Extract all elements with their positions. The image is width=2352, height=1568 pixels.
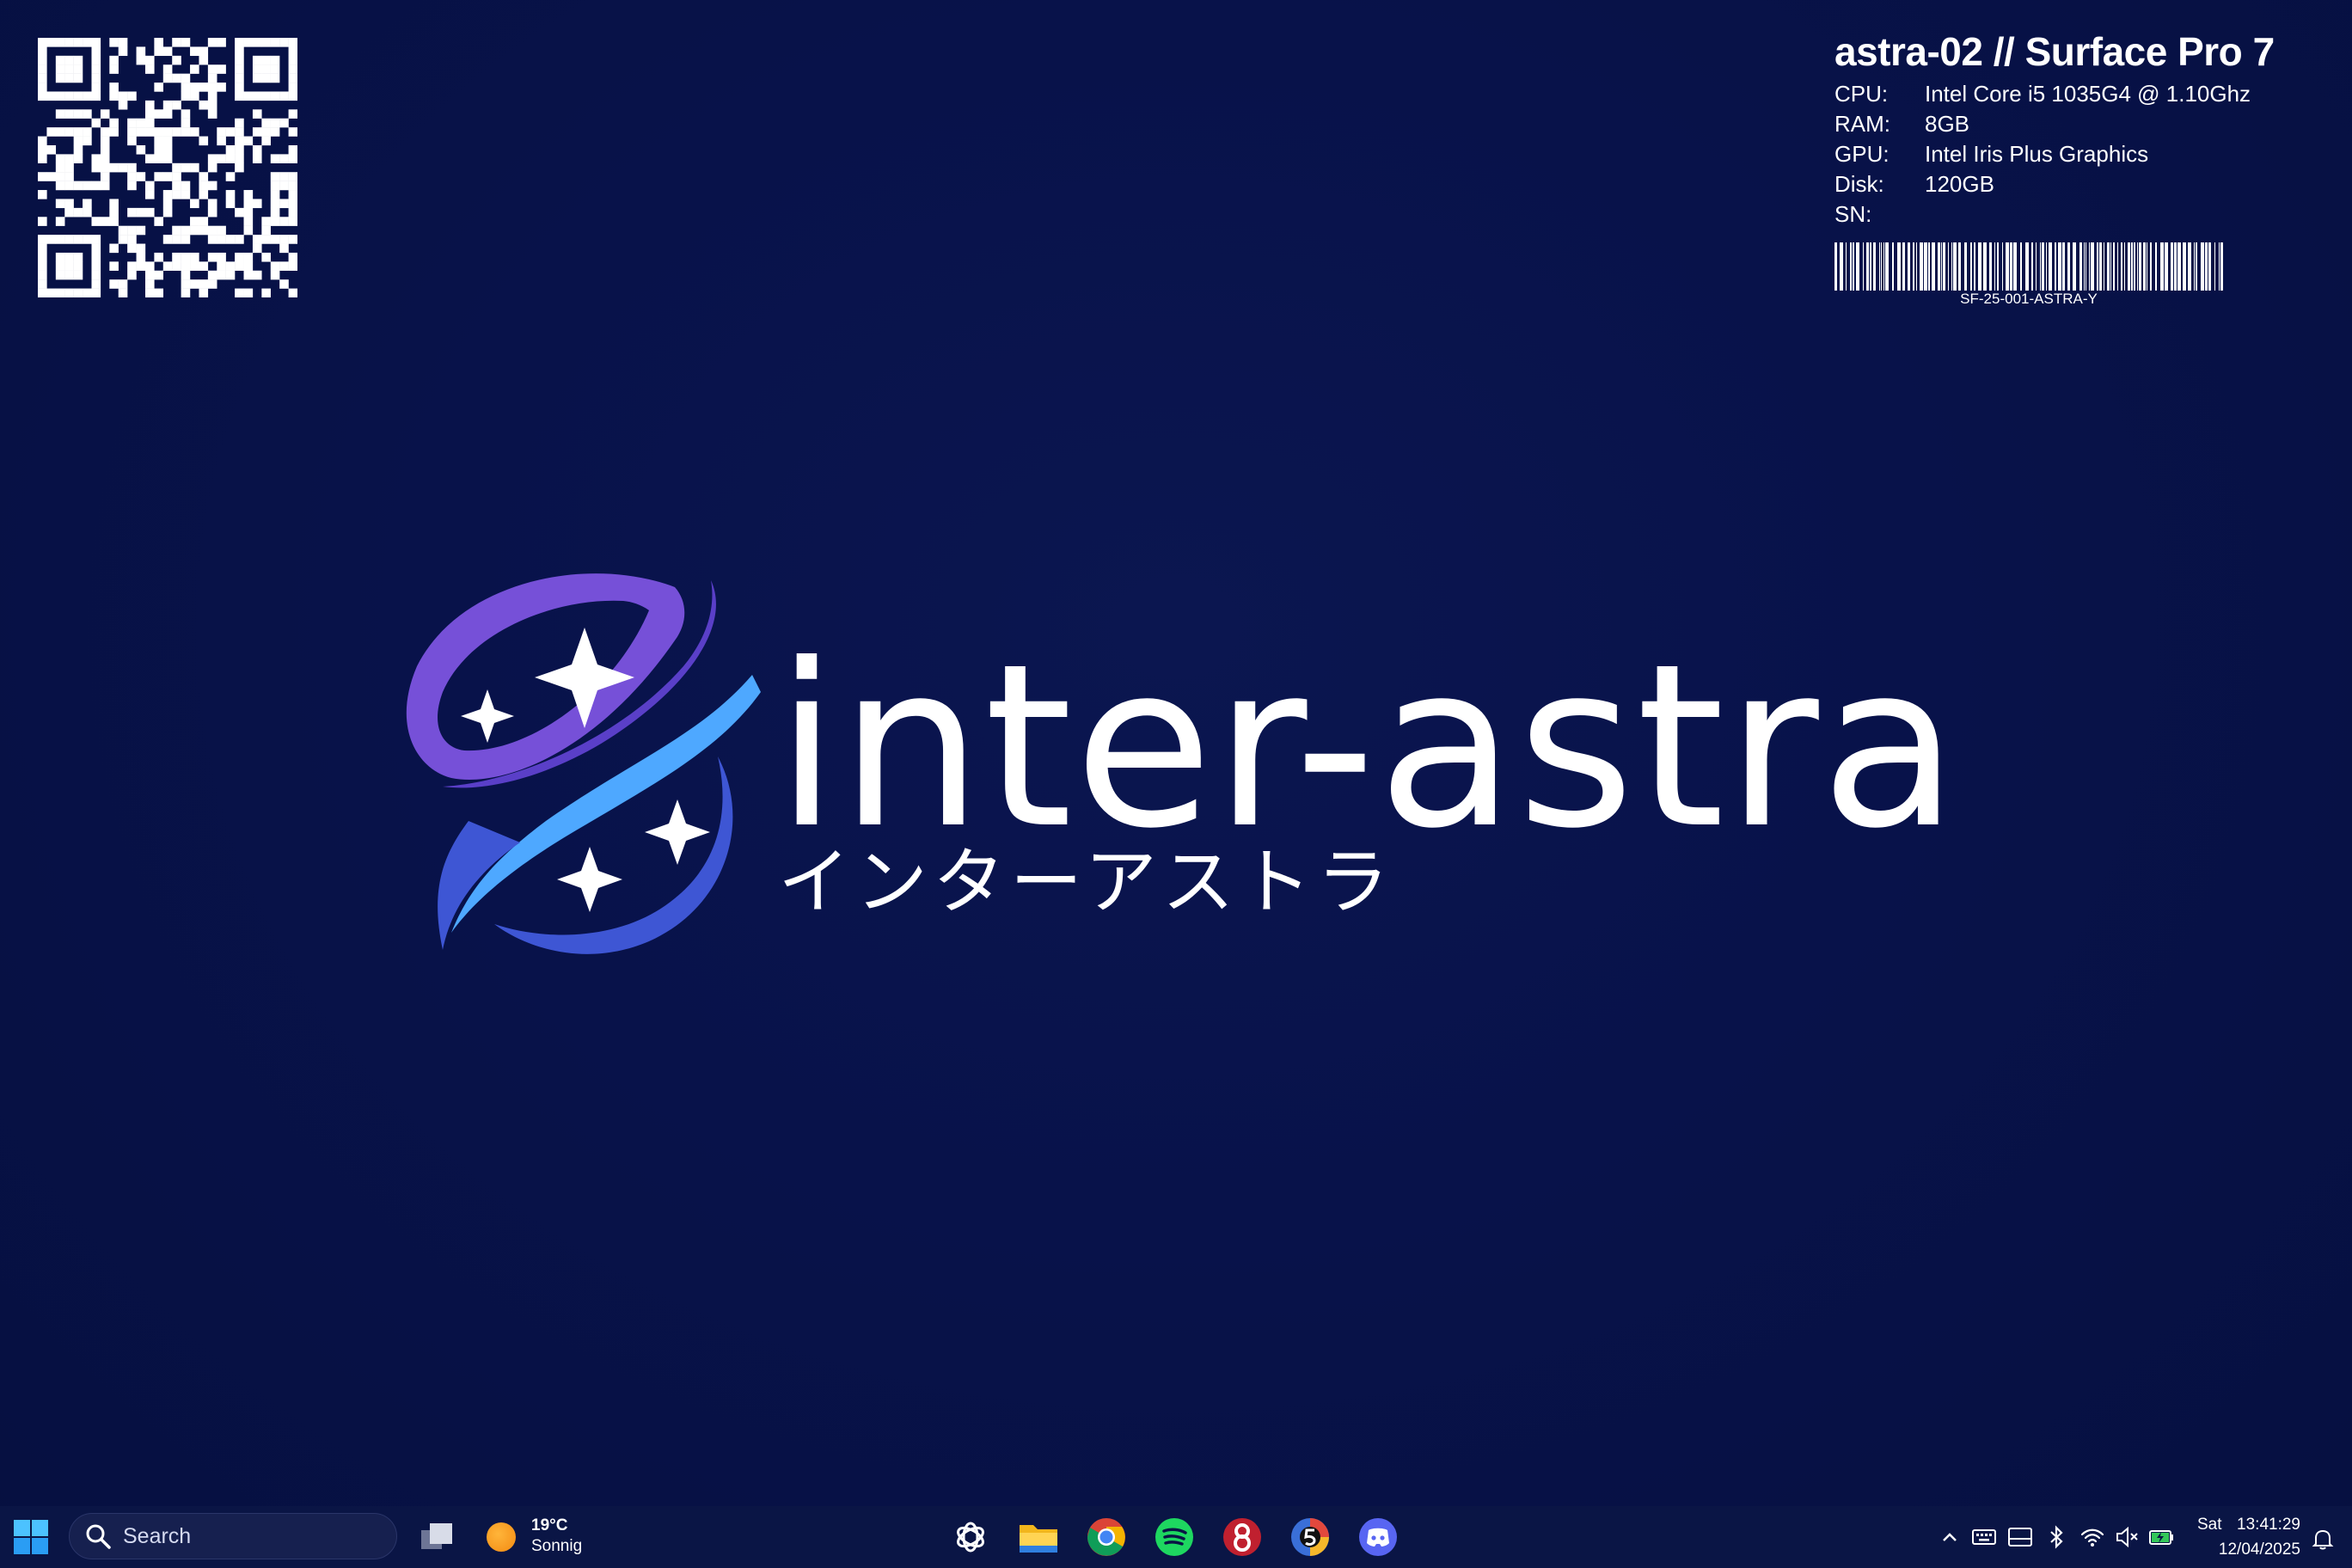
clock-day: Sat xyxy=(2197,1516,2222,1534)
spec-row-disk: Disk: 120GB xyxy=(1834,169,2316,199)
sun-icon xyxy=(487,1522,516,1552)
spotify-icon[interactable] xyxy=(1152,1515,1197,1559)
red-app-icon[interactable] xyxy=(1220,1515,1265,1559)
qr-code-icon xyxy=(38,38,297,297)
spec-label: RAM: xyxy=(1834,111,1890,137)
spec-label: CPU: xyxy=(1834,81,1889,107)
spec-row-ram: RAM: 8GB xyxy=(1834,109,2316,139)
notification-bell-icon[interactable] xyxy=(2309,1525,2337,1553)
chatgpt-icon[interactable] xyxy=(948,1515,993,1559)
five-app-icon[interactable] xyxy=(1288,1515,1332,1559)
search-icon xyxy=(86,1524,111,1549)
discord-icon[interactable] xyxy=(1356,1515,1400,1559)
touch-keyboard-icon[interactable] xyxy=(2006,1523,2034,1551)
spec-value: Intel Iris Plus Graphics xyxy=(1925,141,2149,167)
spec-row-cpu: CPU: Intel Core i5 1035G4 @ 1.10Ghz xyxy=(1834,79,2316,109)
windows-start-icon[interactable] xyxy=(12,1518,50,1556)
taskbar: Search 19°C Sonnig Sat 13:41:29 12/04/20… xyxy=(0,1506,2352,1568)
battery-charging-icon[interactable] xyxy=(2147,1523,2175,1551)
chrome-icon[interactable] xyxy=(1084,1515,1129,1559)
spec-value: 120GB xyxy=(1925,171,1994,197)
weather-widget[interactable]: 19°C Sonnig xyxy=(483,1515,621,1559)
wifi-icon[interactable] xyxy=(2079,1523,2106,1551)
spec-value: Intel Core i5 1035G4 @ 1.10Ghz xyxy=(1925,81,2251,107)
spec-label: SN: xyxy=(1834,201,1872,227)
taskbar-search-box[interactable]: Search xyxy=(69,1513,397,1559)
clock-time: 13:41:29 xyxy=(2237,1516,2300,1534)
volume-muted-icon[interactable] xyxy=(2113,1523,2141,1551)
search-placeholder: Search xyxy=(123,1523,192,1548)
folder-icon[interactable] xyxy=(1016,1515,1061,1559)
logo-wordmark: inter-astra xyxy=(775,616,1961,878)
barcode-icon xyxy=(1834,242,2223,291)
logo-wordmark-japanese: インターアストラ xyxy=(778,840,1394,924)
device-spec-panel: astra-02 // Surface Pro 7 CPU: Intel Cor… xyxy=(1834,24,2316,230)
task-view-icon[interactable] xyxy=(416,1516,457,1558)
chevron-up-icon[interactable] xyxy=(1936,1523,1963,1551)
serial-number: SF-25-001-ASTRA-Y xyxy=(1960,291,2098,307)
clock-date: 12/04/2025 xyxy=(2218,1540,2300,1559)
weather-description: Sonnig xyxy=(531,1537,583,1555)
spec-label: GPU: xyxy=(1834,141,1890,167)
bluetooth-icon[interactable] xyxy=(2043,1523,2070,1551)
spec-row-gpu: GPU: Intel Iris Plus Graphics xyxy=(1834,139,2316,169)
device-title: astra-02 // Surface Pro 7 xyxy=(1834,29,2275,74)
spec-row-sn: SN: xyxy=(1834,199,2316,230)
inter-astra-emblem-icon xyxy=(406,573,761,954)
keyboard-icon[interactable] xyxy=(1970,1523,1998,1551)
spec-label: Disk: xyxy=(1834,171,1884,197)
spec-value: 8GB xyxy=(1925,111,1970,137)
weather-temperature: 19°C xyxy=(531,1516,568,1534)
